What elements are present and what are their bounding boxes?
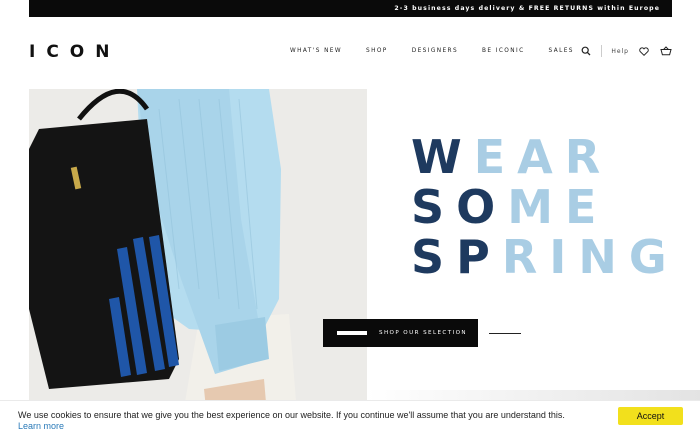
site-logo[interactable]: ICON xyxy=(29,42,120,62)
hero-image[interactable] xyxy=(29,89,367,438)
hero-photo-illustration xyxy=(29,89,367,438)
nav-sales[interactable]: SALES xyxy=(549,48,574,54)
cta-bar-icon xyxy=(337,331,367,335)
header-tools: Help xyxy=(580,45,672,57)
hero-headline: WEAR SOME SPRING xyxy=(411,130,679,284)
header-divider xyxy=(601,45,603,57)
main-nav: WHAT'S NEW SHOP DESIGNERS BE ICONIC SALE… xyxy=(290,48,598,54)
nav-designers[interactable]: DESIGNERS xyxy=(412,48,458,54)
headline-line-2: SOME xyxy=(411,180,609,234)
shop-selection-button[interactable]: SHOP OUR SELECTION xyxy=(323,319,478,347)
nav-shop[interactable]: SHOP xyxy=(366,48,388,54)
cookie-banner: We use cookies to ensure that we give yo… xyxy=(0,400,700,438)
headline-line-1: WEAR xyxy=(411,130,613,184)
cta-decorative-line xyxy=(489,333,521,334)
accept-cookies-button[interactable]: Accept xyxy=(618,407,683,425)
heart-icon[interactable] xyxy=(638,45,650,57)
promo-bar: 2-3 business days delivery & FREE RETURN… xyxy=(29,0,672,17)
basket-icon[interactable] xyxy=(660,45,672,57)
cta-label: SHOP OUR SELECTION xyxy=(379,330,467,336)
nav-be-iconic[interactable]: BE ICONIC xyxy=(482,48,525,54)
site-header: ICON WHAT'S NEW SHOP DESIGNERS BE ICONIC… xyxy=(29,40,672,66)
promo-text: 2-3 business days delivery & FREE RETURN… xyxy=(394,5,660,12)
nav-whats-new[interactable]: WHAT'S NEW xyxy=(290,48,342,54)
search-icon[interactable] xyxy=(580,45,592,57)
headline-line-3: SPRING xyxy=(411,230,679,284)
learn-more-link[interactable]: Learn more xyxy=(18,421,64,431)
cookie-message: We use cookies to ensure that we give yo… xyxy=(18,410,565,420)
section-shadow xyxy=(367,390,700,400)
help-link[interactable]: Help xyxy=(611,48,629,55)
